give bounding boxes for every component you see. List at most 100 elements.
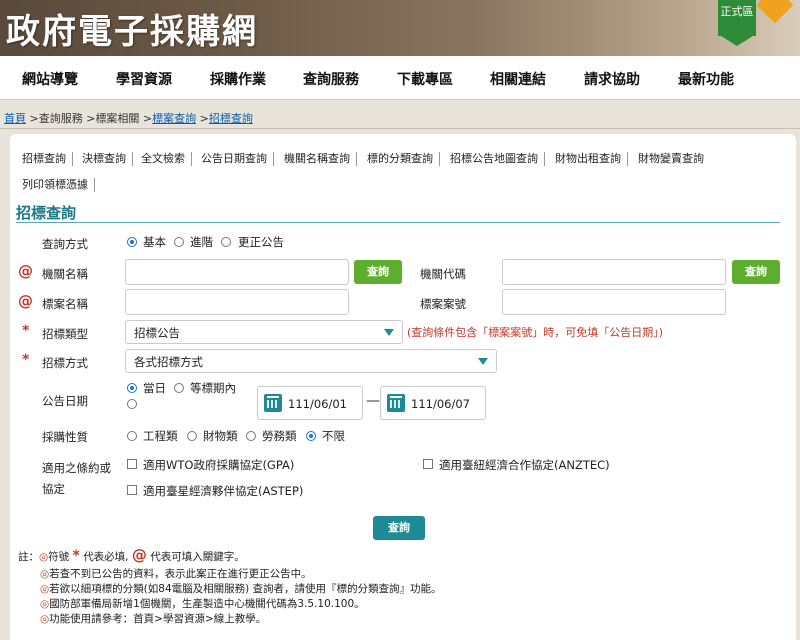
diamond-decoration-icon <box>756 0 794 24</box>
tender-method-label: 招標方式 <box>42 356 88 370</box>
site-banner: 政府電子採購網 正式區 <box>0 0 800 56</box>
tab-tender-map-query[interactable]: 招標公告地圖查詢 <box>450 152 545 166</box>
keyword-mark-icon: @ <box>18 292 33 310</box>
treaty-astep-checkbox[interactable] <box>127 485 137 495</box>
announce-date-range-radio[interactable] <box>127 399 137 409</box>
nav-item-procurement[interactable]: 採購作業 <box>210 69 266 89</box>
notes-line-1: 註：◎符號 * 代表必填, @ 代表可填入關鍵字。 <box>18 546 245 564</box>
nature-engineering-label: 工程類 <box>143 429 178 443</box>
announce-date-label: 公告日期 <box>42 394 88 408</box>
org-code-label: 機關代碼 <box>420 267 466 281</box>
date-from-field[interactable]: 111/06/01 <box>257 386 363 420</box>
announce-date-today-radio[interactable] <box>127 383 137 393</box>
calendar-icon[interactable] <box>387 394 405 412</box>
org-name-input[interactable] <box>125 259 349 285</box>
tender-method-select[interactable]: 各式招標方式 <box>125 349 497 373</box>
case-no-input[interactable] <box>502 289 726 315</box>
announce-date-bidding-period-radio[interactable] <box>174 383 184 393</box>
breadcrumb-case-related: 標案相關 <box>95 112 140 125</box>
tender-type-hint: (查詢條件包含「標案案號」時，可免填「公告日期」) <box>407 326 664 339</box>
tab-category-query[interactable]: 標的分類查詢 <box>367 152 440 166</box>
tab-org-name-query[interactable]: 機關名稱查詢 <box>284 152 357 166</box>
query-mode-advanced-label: 進階 <box>190 235 213 249</box>
procurement-nature-label: 採購性質 <box>42 430 88 444</box>
nature-service-label: 勞務類 <box>262 429 297 443</box>
nav-item-query-service[interactable]: 查詢服務 <box>303 69 359 89</box>
tab-property-sale-query[interactable]: 財物變賣查詢 <box>638 152 710 166</box>
treaty-astep-label: 適用臺星經濟夥伴協定(ASTEP) <box>143 484 304 498</box>
query-panel: 招標查詢 決標查詢 全文檢索 公告日期查詢 機關名稱查詢 標的分類查詢 招標公告… <box>10 134 796 640</box>
date-range-separator: — <box>366 393 380 409</box>
notes-line-3: ◎若欲以細項標的分類(如84電腦及相關服務) 查詢者，請使用『標的分類查詢』功能… <box>40 583 442 595</box>
main-nav: 網站導覽 學習資源 採購作業 查詢服務 下載專區 相關連結 請求協助 最新功能 <box>0 56 800 100</box>
date-to-field[interactable]: 111/06/07 <box>380 386 486 420</box>
treaty-gpa-label: 適用WTO政府採購協定(GPA) <box>143 458 295 472</box>
nature-service-radio[interactable] <box>246 431 256 441</box>
site-title[interactable]: 政府電子採購網 <box>6 4 258 53</box>
submit-query-button[interactable]: 查詢 <box>373 516 425 540</box>
nav-item-links[interactable]: 相關連結 <box>490 69 546 89</box>
query-mode-basic-label: 基本 <box>143 235 166 249</box>
section-title: 招標查詢 <box>16 204 77 222</box>
keyword-mark-icon: @ <box>131 546 147 564</box>
tab-award-query[interactable]: 決標查詢 <box>82 152 133 166</box>
org-code-query-button[interactable]: 查詢 <box>732 260 780 284</box>
nav-item-help[interactable]: 請求協助 <box>584 69 640 89</box>
required-mark-icon: * <box>22 323 30 339</box>
breadcrumb-case-query[interactable]: 標案查詢 <box>152 112 196 125</box>
nav-item-learning[interactable]: 學習資源 <box>116 69 172 89</box>
tender-type-label: 招標類型 <box>42 327 88 341</box>
org-name-label: 機關名稱 <box>42 267 88 281</box>
nature-any-radio[interactable] <box>306 431 316 441</box>
nature-property-label: 財物類 <box>203 429 238 443</box>
tab-print-receipt[interactable]: 列印領標憑據 <box>22 178 95 192</box>
date-to-value: 111/06/07 <box>411 397 470 411</box>
treaty-gpa-checkbox[interactable] <box>127 459 137 469</box>
query-mode-advanced-radio[interactable] <box>174 237 184 247</box>
breadcrumb-query-service: 查詢服務 <box>38 112 83 125</box>
date-from-value: 111/06/01 <box>288 397 347 411</box>
nav-item-site-map[interactable]: 網站導覽 <box>22 69 78 89</box>
tender-method-value: 各式招標方式 <box>134 355 203 369</box>
treaty-label-line2: 協定 <box>42 482 65 496</box>
treaty-anztec-label: 適用臺紐經濟合作協定(ANZTEC) <box>439 458 610 472</box>
environment-badge: 正式區 <box>718 0 756 36</box>
org-code-input[interactable] <box>502 259 726 285</box>
nav-item-download[interactable]: 下載專區 <box>397 69 453 89</box>
calendar-icon[interactable] <box>264 394 282 412</box>
query-mode-label: 查詢方式 <box>42 237 88 251</box>
announce-date-bidding-period-label: 等標期內 <box>190 381 236 395</box>
query-mode-basic-radio[interactable] <box>127 237 137 247</box>
section-divider <box>16 222 780 223</box>
keyword-mark-icon: @ <box>18 262 33 280</box>
announce-date-today-label: 當日 <box>143 381 166 395</box>
nature-property-radio[interactable] <box>187 431 197 441</box>
tab-tender-query[interactable]: 招標查詢 <box>22 152 73 166</box>
required-mark-icon: * <box>22 352 30 368</box>
notes-line-4: ◎國防部軍備局新增1個機關，生產製造中心機關代碼為3.5.10.100。 <box>40 598 365 610</box>
breadcrumb-home[interactable]: 首頁 <box>4 112 26 125</box>
case-no-label: 標案案號 <box>420 297 466 311</box>
breadcrumb: 首頁 >查詢服務 >標案相關 >標案查詢 >招標查詢 <box>4 112 253 125</box>
tender-type-select[interactable]: 招標公告 <box>125 320 403 344</box>
org-name-query-button[interactable]: 查詢 <box>354 260 402 284</box>
breadcrumb-tender-query[interactable]: 招標查詢 <box>209 112 253 125</box>
nature-any-label: 不限 <box>322 429 345 443</box>
required-mark-icon: * <box>72 548 80 564</box>
badge-tail-decoration <box>718 34 756 46</box>
treaty-anztec-checkbox[interactable] <box>423 459 433 469</box>
breadcrumb-divider <box>0 128 800 129</box>
query-mode-correction-radio[interactable] <box>221 237 231 247</box>
tab-announce-date-query[interactable]: 公告日期查詢 <box>201 152 274 166</box>
tab-fulltext-search[interactable]: 全文檢索 <box>141 152 192 166</box>
notes-line-5: ◎功能使用請參考：首頁>學習資源>線上教學。 <box>40 613 267 625</box>
chevron-down-icon <box>478 358 488 365</box>
query-mode-correction-label: 更正公告 <box>238 235 284 249</box>
nature-engineering-radio[interactable] <box>127 431 137 441</box>
tab-property-lease-query[interactable]: 財物出租查詢 <box>555 152 628 166</box>
case-name-input[interactable] <box>125 289 349 315</box>
treaty-label-line1: 適用之條約或 <box>42 461 111 475</box>
case-name-label: 標案名稱 <box>42 297 88 311</box>
nav-item-new-features[interactable]: 最新功能 <box>678 69 734 89</box>
tender-type-value: 招標公告 <box>134 326 180 340</box>
